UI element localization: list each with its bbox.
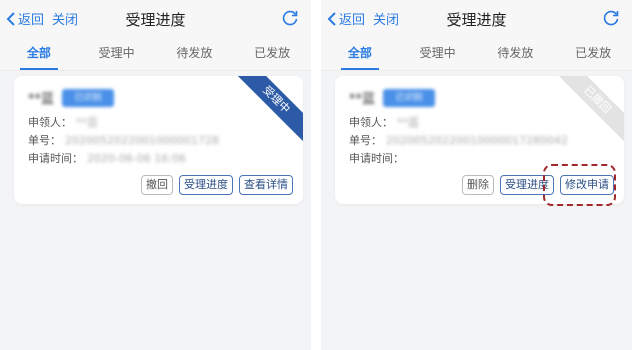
- nav-bar: 返回 关闭 受理进度: [0, 0, 311, 36]
- screen: 返回 关闭 受理进度 全部 受理中 待发放 已发放 **蓝 已识别 申领人： **…: [0, 0, 632, 350]
- time-row: 申请时间：: [349, 150, 404, 166]
- order-row: 单号： 2020052022001000001728: [28, 132, 219, 148]
- order-label: 单号：: [349, 134, 382, 147]
- refresh-icon[interactable]: [281, 9, 299, 27]
- applicant-name: **蓝: [28, 92, 55, 107]
- time-label: 申请时间：: [28, 152, 83, 165]
- delete-button[interactable]: 删除: [462, 175, 494, 195]
- tab-processing[interactable]: 受理中: [399, 36, 477, 70]
- applicant-label: 申领人：: [28, 116, 72, 129]
- card-actions: 撤回 受理进度 查看详情: [141, 175, 293, 195]
- withdraw-button[interactable]: 撤回: [141, 175, 173, 195]
- nav-bar: 返回 关闭 受理进度: [321, 0, 632, 36]
- progress-button[interactable]: 受理进度: [179, 175, 233, 195]
- tab-processing[interactable]: 受理中: [78, 36, 156, 70]
- applicant-row: 申领人： **蓝: [349, 114, 419, 130]
- status-ribbon: 受理中: [230, 76, 303, 146]
- applicant-name: **蓝: [349, 92, 376, 107]
- tab-all[interactable]: 全部: [0, 36, 78, 70]
- status-tag: 已识别: [383, 88, 436, 107]
- order-row: 单号： 20200520220010000017280042: [349, 132, 568, 148]
- left-screen: 返回 关闭 受理进度 全部 受理中 待发放 已发放 **蓝 已识别 申领人： **…: [0, 0, 311, 350]
- tab-issued[interactable]: 已发放: [233, 36, 311, 70]
- page-title: 受理进度: [125, 11, 186, 29]
- status-tabs: 全部 受理中 待发放 已发放: [321, 36, 632, 71]
- time-value: 2020-06-06 16:06: [87, 152, 187, 165]
- application-card: **蓝 已识别 申领人： **芸 单号： 202005202200100000172…: [14, 76, 303, 204]
- status-tabs: 全部 受理中 待发放 已发放: [0, 36, 311, 71]
- applicant-value: **蓝: [397, 116, 419, 129]
- order-label: 单号：: [28, 134, 61, 147]
- tab-issued[interactable]: 已发放: [554, 36, 632, 70]
- applicant-label: 申领人：: [349, 116, 393, 129]
- right-screen: 返回 关闭 受理进度 全部 受理中 待发放 已发放 **蓝 已识别 申领人： **…: [321, 0, 632, 350]
- details-button[interactable]: 查看详情: [239, 175, 293, 195]
- time-row: 申请时间： 2020-06-06 16:06: [28, 150, 186, 166]
- time-label: 申请时间：: [349, 152, 404, 165]
- applicant-value: **芸: [76, 116, 98, 129]
- status-tag: 已识别: [62, 88, 115, 107]
- order-value: 20200520220010000017280042: [386, 134, 568, 147]
- applicant-row: 申领人： **芸: [28, 114, 98, 130]
- highlight-marker: [543, 164, 616, 206]
- order-value: 2020052022001000001728: [65, 134, 219, 147]
- refresh-icon[interactable]: [602, 9, 620, 27]
- screen-divider: [311, 0, 321, 350]
- tab-all[interactable]: 全部: [321, 36, 399, 70]
- page-title: 受理进度: [446, 11, 507, 29]
- tab-pending[interactable]: 待发放: [156, 36, 234, 70]
- tab-pending[interactable]: 待发放: [477, 36, 555, 70]
